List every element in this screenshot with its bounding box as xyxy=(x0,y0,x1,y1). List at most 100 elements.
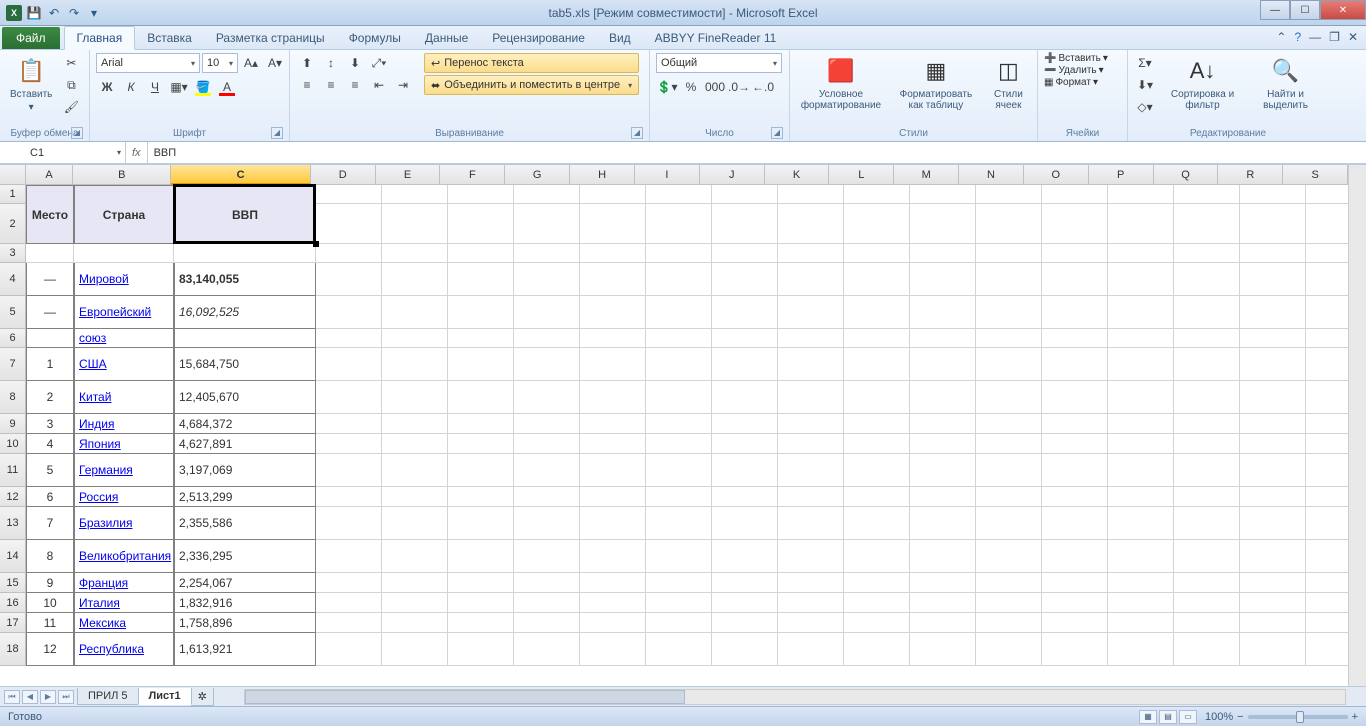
format-painter-icon[interactable]: 🖌 xyxy=(60,97,82,117)
decrease-font-icon[interactable]: A▾ xyxy=(264,53,286,73)
cell-A13[interactable]: 7 xyxy=(26,507,74,540)
row-header-11[interactable]: 11 xyxy=(0,454,26,487)
row-header-5[interactable]: 5 xyxy=(0,296,26,329)
cell-C15[interactable]: 2,254,067 xyxy=(174,573,316,593)
row-header-12[interactable]: 12 xyxy=(0,487,26,507)
row-header-10[interactable]: 10 xyxy=(0,434,26,454)
cell-styles-button[interactable]: ◫Стили ячеек xyxy=(986,53,1031,113)
cell-C8[interactable]: 12,405,670 xyxy=(174,381,316,414)
clear-icon[interactable]: ◇▾ xyxy=(1134,97,1156,117)
align-right-icon[interactable]: ≡ xyxy=(344,75,366,95)
row-header-2[interactable]: 2 xyxy=(0,204,26,244)
undo-icon[interactable]: ↶ xyxy=(46,5,62,21)
cell-A11[interactable]: 5 xyxy=(26,454,74,487)
cell-A12[interactable]: 6 xyxy=(26,487,74,507)
column-header-L[interactable]: L xyxy=(829,165,894,185)
sort-filter-button[interactable]: A↓Сортировка и фильтр xyxy=(1160,53,1245,113)
alignment-dialog-icon[interactable]: ◢ xyxy=(631,127,643,139)
tab-page-layout[interactable]: Разметка страницы xyxy=(204,27,337,49)
row-header-15[interactable]: 15 xyxy=(0,573,26,593)
cell-C10[interactable]: 4,627,891 xyxy=(174,434,316,454)
tab-view[interactable]: Вид xyxy=(597,27,643,49)
save-icon[interactable]: 💾 xyxy=(26,5,42,21)
cell-A5[interactable]: — xyxy=(26,296,74,329)
column-header-E[interactable]: E xyxy=(376,165,441,185)
cell-A17[interactable]: 11 xyxy=(26,613,74,633)
row-header-3[interactable]: 3 xyxy=(0,244,26,263)
vertical-scrollbar[interactable] xyxy=(1348,165,1366,686)
tab-insert[interactable]: Вставка xyxy=(135,27,204,49)
normal-view-icon[interactable]: ▦ xyxy=(1139,710,1157,724)
cell-C4[interactable]: 83,140,055 xyxy=(174,263,316,296)
autosum-icon[interactable]: Σ▾ xyxy=(1134,53,1156,73)
clipboard-dialog-icon[interactable]: ◢ xyxy=(71,127,83,139)
conditional-formatting-button[interactable]: 🟥Условное форматирование xyxy=(796,53,886,113)
column-header-Q[interactable]: Q xyxy=(1154,165,1219,185)
sheet-nav-prev-icon[interactable]: ◀ xyxy=(22,690,38,704)
sheet-nav-next-icon[interactable]: ▶ xyxy=(40,690,56,704)
cell-C7[interactable]: 15,684,750 xyxy=(174,348,316,381)
row-header-18[interactable]: 18 xyxy=(0,633,26,666)
underline-button[interactable]: Ч xyxy=(144,77,166,97)
tab-formulas[interactable]: Формулы xyxy=(337,27,413,49)
cell-A4[interactable]: — xyxy=(26,263,74,296)
orientation-icon[interactable]: ⤢▾ xyxy=(368,53,390,73)
delete-cells-button[interactable]: ➖Удалить ▾ xyxy=(1044,65,1108,76)
help-icon[interactable]: ? xyxy=(1294,30,1301,44)
cell-A6[interactable] xyxy=(26,329,74,348)
percent-icon[interactable]: % xyxy=(680,77,702,97)
zoom-thumb[interactable] xyxy=(1296,711,1304,723)
row-header-1[interactable]: 1 xyxy=(0,185,26,204)
font-name-select[interactable]: Arial▾ xyxy=(96,53,200,73)
font-dialog-icon[interactable]: ◢ xyxy=(271,127,283,139)
zoom-out-icon[interactable]: − xyxy=(1237,711,1243,723)
formula-input[interactable]: ВВП xyxy=(148,142,1366,163)
cell-C13[interactable]: 2,355,586 xyxy=(174,507,316,540)
row-header-6[interactable]: 6 xyxy=(0,329,26,348)
increase-font-icon[interactable]: A▴ xyxy=(240,53,262,73)
number-dialog-icon[interactable]: ◢ xyxy=(771,127,783,139)
file-tab[interactable]: Файл xyxy=(2,27,60,49)
number-format-select[interactable]: Общий▾ xyxy=(656,53,782,73)
cell-A16[interactable]: 10 xyxy=(26,593,74,613)
insert-cells-button[interactable]: ➕Вставить ▾ xyxy=(1044,53,1108,64)
increase-decimal-icon[interactable]: .0→ xyxy=(728,77,750,97)
redo-icon[interactable]: ↷ xyxy=(66,5,82,21)
cell-A7[interactable]: 1 xyxy=(26,348,74,381)
font-size-select[interactable]: 10▾ xyxy=(202,53,238,73)
cell-B14[interactable]: Великобритания xyxy=(74,540,174,573)
hscroll-thumb[interactable] xyxy=(245,690,685,704)
decrease-decimal-icon[interactable]: ←.0 xyxy=(752,77,774,97)
column-header-J[interactable]: J xyxy=(700,165,765,185)
qat-customize-icon[interactable]: ▾ xyxy=(86,5,102,21)
close-button[interactable]: ✕ xyxy=(1320,0,1366,20)
fill-color-button[interactable]: 🪣 xyxy=(192,77,214,97)
tab-home[interactable]: Главная xyxy=(64,26,136,50)
cell-C17[interactable]: 1,758,896 xyxy=(174,613,316,633)
cell-A9[interactable]: 3 xyxy=(26,414,74,434)
cell-C18[interactable]: 1,613,921 xyxy=(174,633,316,666)
row-header-16[interactable]: 16 xyxy=(0,593,26,613)
bold-button[interactable]: Ж xyxy=(96,77,118,97)
font-color-button[interactable]: A xyxy=(216,77,238,97)
column-header-A[interactable]: A xyxy=(26,165,73,185)
row-header-7[interactable]: 7 xyxy=(0,348,26,381)
cut-icon[interactable]: ✂ xyxy=(60,53,82,73)
zoom-in-icon[interactable]: + xyxy=(1352,711,1358,723)
cell-C14[interactable]: 2,336,295 xyxy=(174,540,316,573)
column-header-O[interactable]: O xyxy=(1024,165,1089,185)
name-box[interactable]: C1▾ xyxy=(26,142,126,163)
workbook-minimize-icon[interactable]: — xyxy=(1309,30,1321,44)
row-header-9[interactable]: 9 xyxy=(0,414,26,434)
cell-B7[interactable]: США xyxy=(74,348,174,381)
column-header-K[interactable]: K xyxy=(765,165,830,185)
new-sheet-button[interactable]: ✲ xyxy=(191,688,214,706)
column-header-F[interactable]: F xyxy=(440,165,505,185)
column-header-B[interactable]: B xyxy=(73,165,171,185)
sheet-nav-last-icon[interactable]: ⏭ xyxy=(58,690,74,704)
cell-A14[interactable]: 8 xyxy=(26,540,74,573)
format-cells-button[interactable]: ▦Формат ▾ xyxy=(1044,77,1108,88)
fx-icon[interactable]: fx xyxy=(132,147,141,159)
cell-B8[interactable]: Китай xyxy=(74,381,174,414)
row-header-8[interactable]: 8 xyxy=(0,381,26,414)
